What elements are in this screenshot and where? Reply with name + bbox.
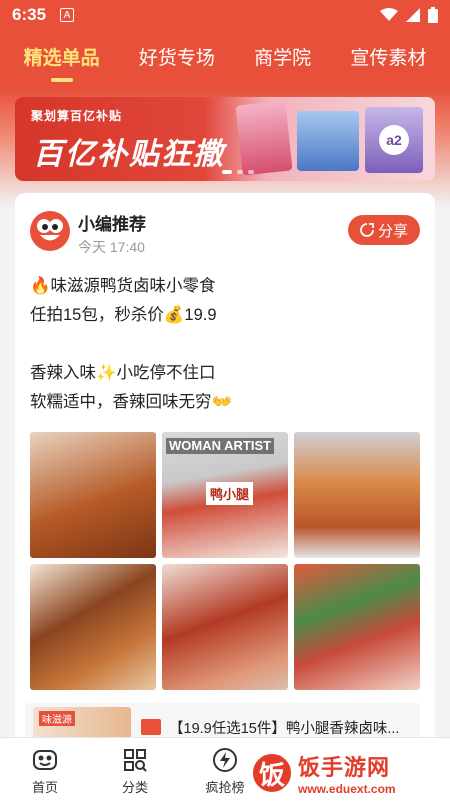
signal-icon: [406, 8, 420, 22]
post-image[interactable]: [30, 564, 156, 690]
lightning-icon: [211, 746, 239, 774]
post-image[interactable]: [162, 564, 288, 690]
banner-product-image: a2: [365, 107, 423, 173]
product-badge: a2: [379, 125, 409, 155]
post-line: 任拍15包，秒杀价💰19.9: [30, 306, 217, 324]
tmall-icon: [141, 719, 161, 735]
banner-pagination: [222, 170, 254, 174]
post-line: [30, 330, 425, 359]
share-button[interactable]: 分享: [347, 215, 420, 245]
image-text: WOMAN ARTIST: [166, 438, 275, 454]
post-image[interactable]: [30, 432, 156, 558]
clock: 6:35: [12, 5, 47, 24]
category-grid-icon: [121, 746, 149, 774]
post-card: 小编推荐 今天 17:40 分享 🔥味滋源鸭货卤味小零食 任拍15包，秒杀价💰1…: [15, 193, 435, 753]
home-face-icon: [31, 746, 59, 774]
nav-label: 首页: [31, 780, 58, 795]
share-label: 分享: [377, 222, 408, 240]
watermark-logo: 饭: [250, 751, 294, 795]
pagination-dot: [222, 170, 232, 174]
red-mascot-icon: [37, 219, 63, 241]
pagination-dot: [237, 170, 243, 174]
share-icon: [360, 223, 374, 237]
banner-subtitle: 聚划算百亿补贴: [31, 109, 123, 123]
watermark-url: www.eduext.com: [298, 782, 396, 796]
category-tabs: 精选单品 好货专场 商学院 宣传素材: [0, 30, 450, 88]
post-image[interactable]: [294, 432, 420, 558]
tab-good-goods[interactable]: 好货专场: [139, 43, 215, 76]
tab-business-school[interactable]: 商学院: [254, 43, 311, 76]
watermark-title: 饭手游网: [298, 755, 391, 780]
post-line: 软糯适中，香辣回味无穷👐: [30, 393, 233, 411]
post-body: 🔥味滋源鸭货卤味小零食 任拍15包，秒杀价💰19.9 香辣入味✨小吃停不住口 软…: [30, 272, 425, 417]
notification-icon: A: [60, 8, 75, 22]
status-bar: 6:35 A: [0, 0, 450, 30]
nav-home[interactable]: 首页: [0, 738, 90, 796]
post-image[interactable]: [294, 564, 420, 690]
tab-promo-materials[interactable]: 宣传素材: [350, 43, 426, 76]
nav-label: 疯抢榜: [205, 780, 245, 795]
post-line: 香辣入味✨小吃停不住口: [30, 364, 216, 382]
post-line: 🔥味滋源鸭货卤味小零食: [30, 277, 216, 295]
banner-headline: 百亿补贴狂撒: [33, 138, 225, 171]
product-thumb-tag: 味滋源: [39, 711, 75, 726]
image-text: 鸭小腿: [206, 482, 254, 505]
product-title: 【19.9任选15件】鸭小腿香辣卤味...: [169, 720, 400, 737]
post-image[interactable]: WOMAN ARTIST 鸭小腿: [162, 432, 288, 558]
site-watermark: 饭 饭手游网 www.eduext.com: [250, 745, 450, 801]
author-name: 小编推荐: [78, 215, 146, 234]
avatar: [30, 211, 70, 251]
battery-icon: [428, 7, 438, 23]
promo-banner[interactable]: 聚划算百亿补贴 百亿补贴狂撒 a2: [15, 97, 435, 181]
pagination-dot: [248, 170, 254, 174]
nav-label: 分类: [121, 780, 148, 795]
banner-product-image: [235, 100, 293, 176]
nav-category[interactable]: 分类: [90, 738, 180, 796]
post-image-grid: WOMAN ARTIST 鸭小腿: [30, 432, 420, 690]
banner-product-image: [297, 111, 359, 171]
wifi-icon: [380, 8, 398, 21]
post-time: 今天 17:40: [78, 239, 145, 255]
tab-featured[interactable]: 精选单品: [24, 43, 100, 76]
